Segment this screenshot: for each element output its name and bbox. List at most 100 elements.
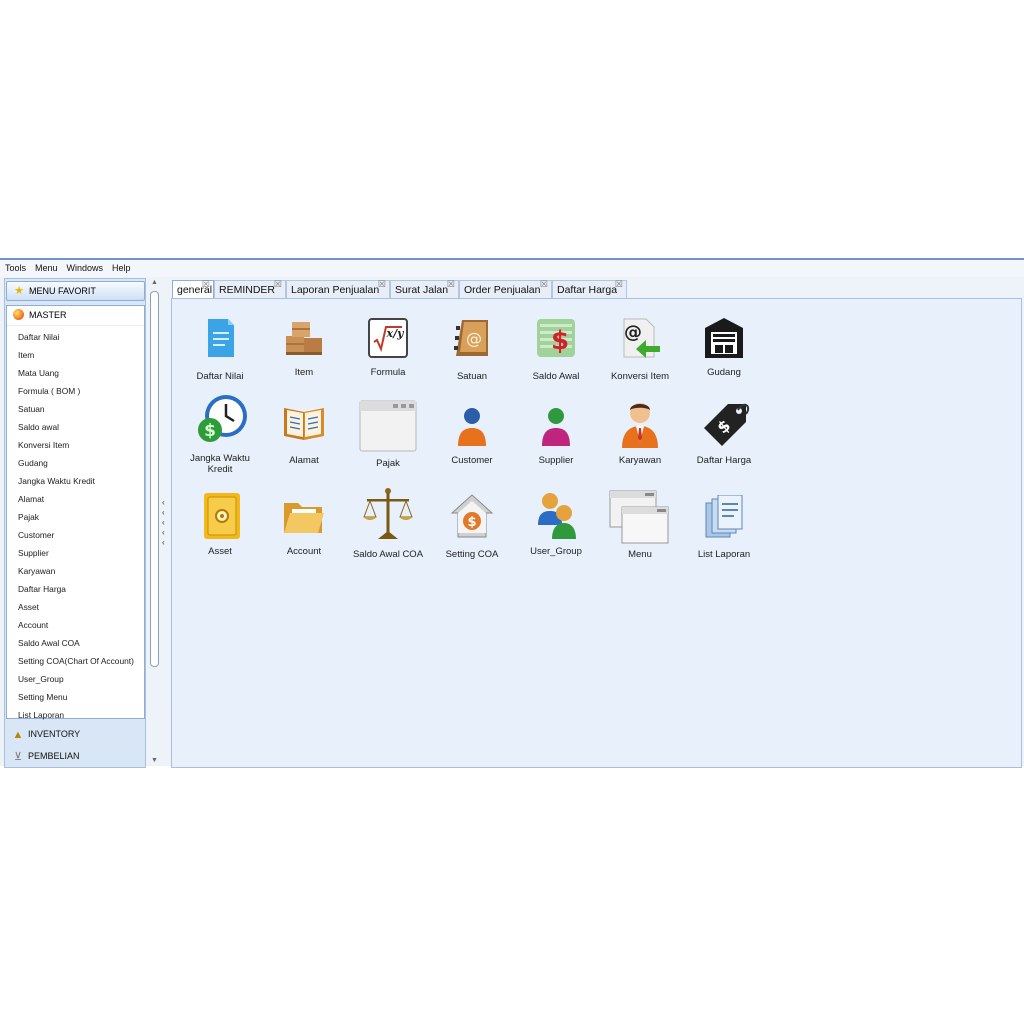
price-tag-icon: $ xyxy=(702,400,750,446)
tile-formula-label: Formula xyxy=(370,367,406,378)
scroll-down-icon[interactable]: ▼ xyxy=(150,757,159,766)
sidebar-item-konversi-item[interactable]: Konversi Item xyxy=(7,437,144,455)
sidebar-item-karyawan[interactable]: Karyawan xyxy=(7,563,144,581)
user-group-icon xyxy=(534,491,578,539)
tile-item-label: Item xyxy=(294,367,314,378)
tab-laporan-penjualan-label: Laporan Penjualan xyxy=(291,284,380,296)
close-icon[interactable]: ☒ xyxy=(274,279,282,290)
user-icon xyxy=(534,406,578,450)
sidebar-item-setting-menu[interactable]: Setting Menu xyxy=(7,689,144,707)
sidebar: ★ MENU FAVORIT MASTER Daftar Nilai Item … xyxy=(4,278,146,768)
tile-pajak-label: Pajak xyxy=(376,458,400,469)
warehouse-icon xyxy=(702,316,746,360)
spreadsheet-dollar-icon: $ xyxy=(534,316,578,360)
cart-icon: ⊻ xyxy=(13,751,23,763)
boxes-icon xyxy=(282,316,326,360)
menu-tools[interactable]: Tools xyxy=(0,260,30,273)
sidebar-item-user-group[interactable]: User_Group xyxy=(7,671,144,689)
sidebar-item-daftar-harga[interactable]: Daftar Harga xyxy=(7,581,144,599)
window-icon xyxy=(359,400,417,452)
sidebar-item-pajak[interactable]: Pajak xyxy=(7,509,144,527)
saldo-awal-glyph: $ xyxy=(551,326,569,356)
tab-reminder[interactable]: REMINDER ☒ xyxy=(214,279,286,299)
tile-list-laporan-label: List Laporan xyxy=(697,549,751,560)
general-panel: Daftar Nilai Item x/y Formula @ Satuan $… xyxy=(171,298,1022,768)
sidebar-scrollbar[interactable]: ▲ ▼ xyxy=(149,278,160,768)
tile-alamat-label: Alamat xyxy=(289,455,319,466)
tile-saldo-awal-coa-label: Saldo Awal COA xyxy=(352,549,424,560)
sidebar-section-inventory[interactable]: ▲ INVENTORY xyxy=(6,725,145,746)
open-book-icon xyxy=(282,400,326,444)
sidebar-section-pembelian[interactable]: ⊻ PEMBELIAN xyxy=(6,747,145,768)
close-icon[interactable]: ☒ xyxy=(447,279,455,290)
sidebar-item-supplier[interactable]: Supplier xyxy=(7,545,144,563)
document-icon xyxy=(198,316,242,360)
sidebar-item-alamat[interactable]: Alamat xyxy=(7,491,144,509)
sidebar-item-item[interactable]: Item xyxy=(7,347,144,365)
scroll-up-icon[interactable]: ▲ xyxy=(150,279,159,288)
tab-daftar-harga-label: Daftar Harga xyxy=(557,284,618,296)
clock-dollar-icon: $ xyxy=(198,395,247,442)
tile-satuan-label: Satuan xyxy=(456,371,488,382)
satuan-glyph: @ xyxy=(466,329,482,348)
tile-karyawan-label: Karyawan xyxy=(618,455,662,466)
tab-laporan-penjualan[interactable]: Laporan Penjualan ☒ xyxy=(286,279,390,299)
tile-setting-coa-label: Setting COA xyxy=(445,549,499,560)
tile-saldo-awal-label: Saldo Awal xyxy=(532,371,580,382)
sidebar-item-jangka-waktu-kredit[interactable]: Jangka Waktu Kredit xyxy=(7,473,144,491)
house-dollar-icon: $ xyxy=(450,493,494,538)
employee-icon xyxy=(618,400,662,448)
tab-strip: general ☒ REMINDER ☒ Laporan Penjualan ☒ Su… xyxy=(171,278,1024,299)
menu-help[interactable]: Help xyxy=(107,260,135,273)
formula-icon: x/y xyxy=(366,316,410,360)
folder-icon xyxy=(282,497,326,541)
sidebar-item-list-laporan[interactable]: List Laporan xyxy=(7,707,144,725)
master-title: MASTER xyxy=(29,310,67,320)
tab-surat-jalan[interactable]: Surat Jalan ☒ xyxy=(390,279,459,299)
svg-text:$: $ xyxy=(467,515,476,530)
sidebar-item-saldo-awal[interactable]: Saldo awal xyxy=(7,419,144,437)
tab-daftar-harga[interactable]: Daftar Harga ☒ xyxy=(552,279,627,299)
sidebar-item-customer[interactable]: Customer xyxy=(7,527,144,545)
sidebar-item-gudang[interactable]: Gudang xyxy=(7,455,144,473)
address-book-icon: @ xyxy=(450,316,494,360)
sidebar-item-account[interactable]: Account xyxy=(7,617,144,635)
star-icon: ★ xyxy=(14,285,24,297)
sidebar-item-formula[interactable]: Formula ( BOM ) xyxy=(7,383,144,401)
scrollbar-thumb[interactable] xyxy=(150,291,159,667)
close-icon[interactable]: ☒ xyxy=(378,279,386,290)
sidebar-item-daftar-nilai[interactable]: Daftar Nilai xyxy=(7,329,144,347)
safe-icon xyxy=(202,491,246,539)
section-pembelian-label: PEMBELIAN xyxy=(28,751,80,761)
tile-daftar-harga-label: Daftar Harga xyxy=(696,455,752,466)
master-panel: MASTER Daftar Nilai Item Mata Uang Formu… xyxy=(6,305,145,720)
tab-order-penjualan-label: Order Penjualan xyxy=(464,284,541,296)
menu-favorit-button[interactable]: ★ MENU FAVORIT xyxy=(6,281,145,301)
collapse-sidebar-handle[interactable]: ‹ ‹ ‹ ‹ ‹ xyxy=(162,498,170,548)
close-icon[interactable]: ☒ xyxy=(202,279,210,290)
close-icon[interactable]: ☒ xyxy=(615,279,623,290)
tab-general[interactable]: general ☒ xyxy=(172,279,214,299)
boxes-icon: ▲ xyxy=(12,729,24,741)
sidebar-item-asset[interactable]: Asset xyxy=(7,599,144,617)
sidebar-item-setting-coa[interactable]: Setting COA(Chart Of Account) xyxy=(7,653,144,671)
konversi-glyph: @ xyxy=(624,322,642,343)
windows-icon xyxy=(609,490,671,544)
scales-icon xyxy=(362,487,414,539)
tab-order-penjualan[interactable]: Order Penjualan ☒ xyxy=(459,279,552,299)
tile-daftar-nilai-label: Daftar Nilai xyxy=(196,371,244,382)
close-icon[interactable]: ☒ xyxy=(540,279,548,290)
application-window: Tools Menu Windows Help ★ MENU FAVORIT MAST… xyxy=(0,258,1024,768)
tile-konversi-item-label: Konversi Item xyxy=(610,371,670,382)
master-header[interactable]: MASTER xyxy=(7,306,144,326)
email-convert-icon: @ xyxy=(618,316,662,360)
menu-windows[interactable]: Windows xyxy=(62,260,108,273)
menu-bar: Tools Menu Windows Help xyxy=(0,260,1024,277)
section-inventory-label: INVENTORY xyxy=(28,729,81,739)
sidebar-item-mata-uang[interactable]: Mata Uang xyxy=(7,365,144,383)
tile-gudang-label: Gudang xyxy=(707,367,741,378)
sidebar-item-saldo-awal-coa[interactable]: Saldo Awal COA xyxy=(7,635,144,653)
menu-menu[interactable]: Menu xyxy=(30,260,62,273)
svg-text:$: $ xyxy=(204,421,216,441)
sidebar-item-satuan[interactable]: Satuan xyxy=(7,401,144,419)
